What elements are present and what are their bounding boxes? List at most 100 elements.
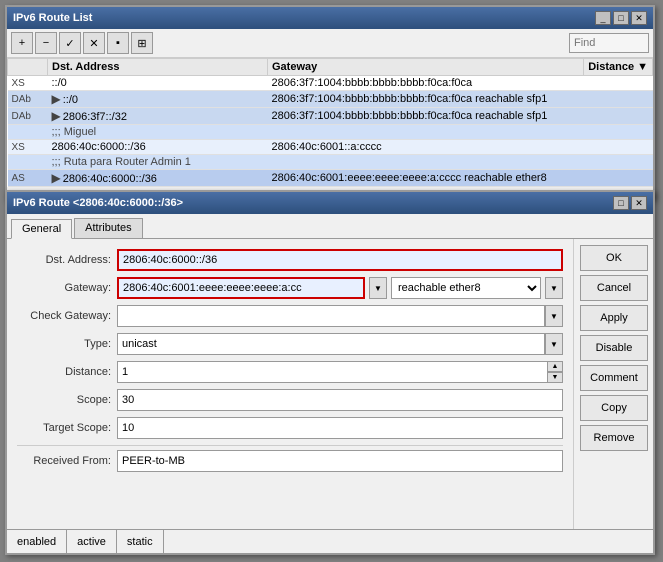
- toolbar: + − ✓ ✕ ▪ ⊞: [7, 29, 653, 58]
- row-flag: AS: [8, 170, 48, 187]
- row-gateway: 2806:3f7:1004:bbbb:bbbb:bbbb:f0ca:f0ca: [268, 76, 584, 91]
- table-row[interactable]: XS 2806:40c:6000::/36 2806:40c:6001::a:c…: [8, 140, 653, 155]
- row-dst: ▶2806:3f7::/32: [48, 108, 268, 125]
- cancel-button[interactable]: Cancel: [580, 275, 648, 301]
- side-buttons: OK Cancel Apply Disable Comment Copy Rem…: [573, 239, 653, 545]
- check-button[interactable]: ✓: [59, 32, 81, 54]
- tab-attributes[interactable]: Attributes: [74, 218, 142, 238]
- tab-bar: General Attributes: [7, 214, 653, 239]
- route-edit-window-controls: □ ✕: [613, 196, 647, 210]
- route-edit-title-bar: IPv6 Route <2806:40c:6000::/36> □ ✕: [7, 192, 653, 214]
- row-group-label: ;;; Miguel: [48, 125, 653, 140]
- table-row[interactable]: XS ::/0 2806:3f7:1004:bbbb:bbbb:bbbb:f0c…: [8, 76, 653, 91]
- type-label: Type:: [17, 338, 117, 350]
- row-dst: ▶::/0: [48, 91, 268, 108]
- row-distance: [584, 170, 653, 187]
- table-row[interactable]: DAb ▶::/0 2806:3f7:1004:bbbb:bbbb:bbbb:f…: [8, 91, 653, 108]
- gateway-label: Gateway:: [17, 282, 117, 294]
- scope-input[interactable]: [117, 389, 563, 411]
- col-gateway: Gateway: [268, 59, 584, 76]
- row-flag: [8, 125, 48, 140]
- route-edit-window: IPv6 Route <2806:40c:6000::/36> □ ✕ Gene…: [5, 190, 655, 555]
- route-list-title: IPv6 Route List: [13, 12, 92, 24]
- divider: [17, 445, 563, 446]
- route-list-window: IPv6 Route List _ □ ✕ + − ✓ ✕ ▪ ⊞ Dst. A…: [5, 5, 655, 200]
- type-input[interactable]: [117, 333, 545, 355]
- row-dst: 2806:40c:6000::/36: [48, 140, 268, 155]
- type-row: Type: ▼: [17, 333, 563, 355]
- row-distance: [584, 140, 653, 155]
- remove-button[interactable]: −: [35, 32, 57, 54]
- col-flag: [8, 59, 48, 76]
- route-list-window-controls: _ □ ✕: [595, 11, 647, 25]
- disable-button[interactable]: Disable: [580, 335, 648, 361]
- route-table-container: Dst. Address Gateway Distance ▼ XS ::/0 …: [7, 58, 653, 187]
- apply-button[interactable]: Apply: [580, 305, 648, 331]
- copy-button[interactable]: Copy: [580, 395, 648, 421]
- route-edit-title: IPv6 Route <2806:40c:6000::/36>: [13, 197, 183, 209]
- table-row-selected[interactable]: AS ▶2806:40c:6000::/36 2806:40c:6001:eee…: [8, 170, 653, 187]
- row-gateway: 2806:40c:6001::a:cccc: [268, 140, 584, 155]
- table-row-group: ;;; Ruta para Router Admin 1: [8, 155, 653, 170]
- gateway-input[interactable]: [117, 277, 365, 299]
- row-distance: [584, 108, 653, 125]
- filter-button[interactable]: ⊞: [131, 32, 153, 54]
- table-row[interactable]: DAb ▶2806:3f7::/32 2806:3f7:1004:bbbb:bb…: [8, 108, 653, 125]
- reachable-dropdown-button[interactable]: ▼: [545, 277, 563, 299]
- close-button[interactable]: ✕: [631, 196, 647, 210]
- minimize-button[interactable]: _: [595, 11, 611, 25]
- row-flag: DAb: [8, 91, 48, 108]
- minimize-button[interactable]: □: [613, 196, 629, 210]
- status-bar: enabled active static: [7, 529, 653, 553]
- row-flag: XS: [8, 76, 48, 91]
- maximize-button[interactable]: □: [613, 11, 629, 25]
- distance-label: Distance:: [17, 366, 117, 378]
- received-from-label: Received From:: [17, 455, 117, 467]
- row-flag: DAb: [8, 108, 48, 125]
- ok-button[interactable]: OK: [580, 245, 648, 271]
- comment-button[interactable]: Comment: [580, 365, 648, 391]
- target-scope-label: Target Scope:: [17, 422, 117, 434]
- row-flag: XS: [8, 140, 48, 155]
- x-button[interactable]: ✕: [83, 32, 105, 54]
- dst-address-input[interactable]: [117, 249, 563, 271]
- close-button[interactable]: ✕: [631, 11, 647, 25]
- dst-address-row: Dst. Address:: [17, 249, 563, 271]
- status-static: static: [117, 530, 164, 553]
- distance-down-button[interactable]: ▼: [547, 372, 563, 383]
- type-dropdown[interactable]: ▼: [545, 333, 563, 355]
- target-scope-row: Target Scope:: [17, 417, 563, 439]
- square-button[interactable]: ▪: [107, 32, 129, 54]
- row-dst: ▶2806:40c:6000::/36: [48, 170, 268, 187]
- row-group-label: ;;; Ruta para Router Admin 1: [48, 155, 653, 170]
- row-distance: [584, 76, 653, 91]
- form-area: Dst. Address: Gateway: ▼ reachable ether…: [7, 239, 573, 545]
- distance-row: Distance: ▲ ▼: [17, 361, 563, 383]
- table-row-group: ;;; Miguel: [8, 125, 653, 140]
- find-input[interactable]: [569, 33, 649, 53]
- row-gateway: 2806:3f7:1004:bbbb:bbbb:bbbb:f0ca:f0ca r…: [268, 108, 584, 125]
- row-dst: ::/0: [48, 76, 268, 91]
- reachable-select[interactable]: reachable ether8: [391, 277, 541, 299]
- dst-address-label: Dst. Address:: [17, 254, 117, 266]
- gateway-dropdown-button[interactable]: ▼: [369, 277, 387, 299]
- distance-input[interactable]: [117, 361, 563, 383]
- row-gateway: 2806:3f7:1004:bbbb:bbbb:bbbb:f0ca:f0ca r…: [268, 91, 584, 108]
- scope-label: Scope:: [17, 394, 117, 406]
- status-active: active: [67, 530, 117, 553]
- check-gateway-dropdown[interactable]: ▼: [545, 305, 563, 327]
- distance-up-button[interactable]: ▲: [547, 361, 563, 372]
- tab-general[interactable]: General: [11, 219, 72, 239]
- received-from-input[interactable]: [117, 450, 563, 472]
- add-button[interactable]: +: [11, 32, 33, 54]
- target-scope-input[interactable]: [117, 417, 563, 439]
- scope-row: Scope:: [17, 389, 563, 411]
- row-gateway: 2806:40c:6001:eeee:eeee:eeee:a:cccc reac…: [268, 170, 584, 187]
- col-dst: Dst. Address: [48, 59, 268, 76]
- row-flag: [8, 155, 48, 170]
- check-gateway-input[interactable]: [117, 305, 545, 327]
- route-table: Dst. Address Gateway Distance ▼ XS ::/0 …: [7, 58, 653, 187]
- check-gateway-label: Check Gateway:: [17, 310, 117, 322]
- received-from-row: Received From:: [17, 450, 563, 472]
- remove-button[interactable]: Remove: [580, 425, 648, 451]
